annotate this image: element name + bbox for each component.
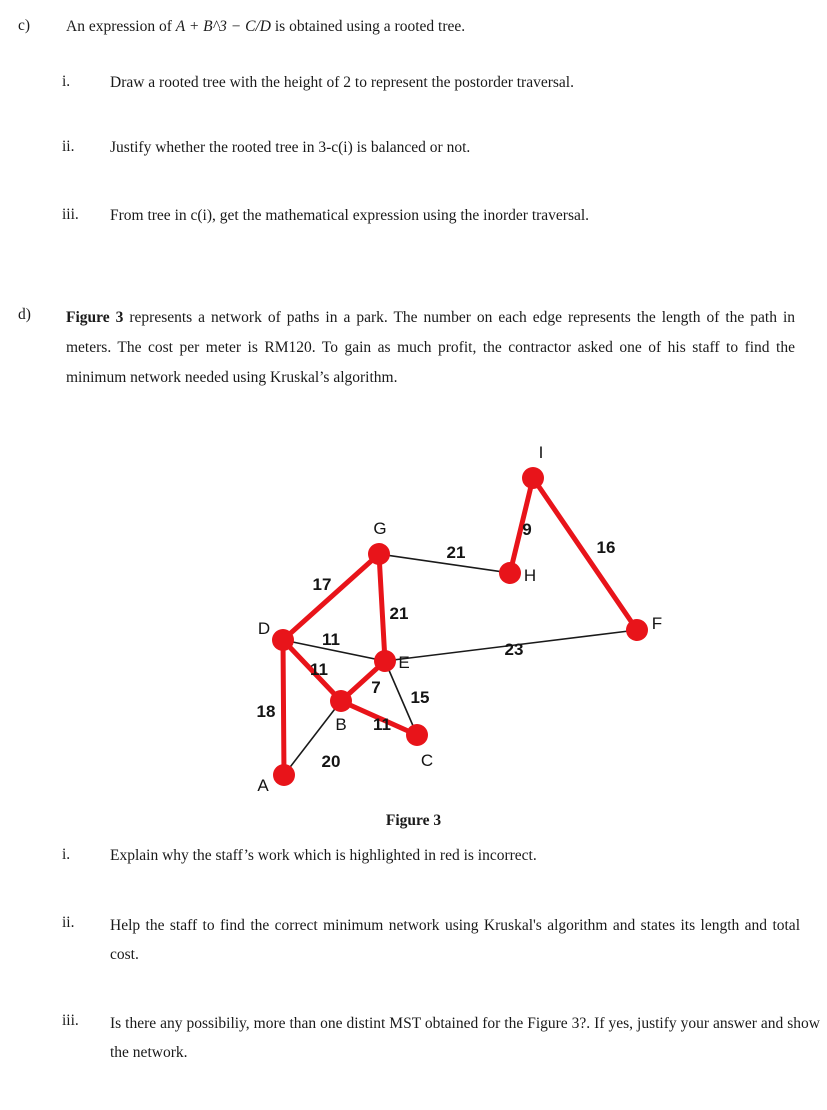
question-c-marker: c) — [18, 17, 31, 34]
question-d-item-ii: ii. Help the staff to find the correct m… — [62, 911, 822, 970]
figure-3-caption: Figure 3 — [385, 812, 442, 829]
question-c-expression: A + B^3 − C/D — [175, 18, 271, 35]
question-c-text-pre: An expression of — [66, 18, 176, 35]
question-d-item-iii-text: Is there any possibiliy, more than one d… — [110, 1015, 820, 1062]
graph-node-F — [626, 619, 648, 641]
question-d-item-i: i. Explain why the staff’s work which is… — [62, 843, 822, 868]
question-d-item-i-marker: i. — [62, 846, 71, 863]
graph-node-label-D: D — [258, 619, 270, 638]
graph-node-G — [368, 543, 390, 565]
graph-node-label-H: H — [524, 566, 536, 585]
question-d-text-body: represents a network of paths in a park.… — [66, 309, 796, 387]
question-d-text: Figure 3 represents a network of paths i… — [66, 303, 795, 394]
question-c-item-ii-text: Justify whether the rooted tree in 3-c(i… — [110, 139, 471, 156]
graph-nodes — [272, 467, 648, 786]
question-d-item-i-text: Explain why the staff’s work which is hi… — [110, 847, 537, 864]
question-d: d) Figure 3 represents a network of path… — [18, 303, 813, 394]
question-c-item-i: i. Draw a rooted tree with the height of… — [62, 70, 812, 95]
question-d-figure-ref: Figure 3 — [66, 309, 124, 326]
graph-edge-weight-IF: 16 — [597, 538, 616, 557]
question-c: c) An expression of A + B^3 − C/D is obt… — [18, 14, 808, 39]
question-c-text: An expression of A + B^3 − C/D is obtain… — [66, 14, 801, 39]
question-d-marker: d) — [18, 306, 31, 323]
question-c-item-iii-text: From tree in c(i), get the mathematical … — [110, 207, 590, 224]
question-d-item-ii-marker: ii. — [62, 914, 75, 931]
graph-edge-weight-DE: 11 — [322, 630, 340, 649]
graph-edge-weight-AB: 20 — [322, 752, 341, 771]
graph-node-label-B: B — [335, 715, 346, 734]
graph-node-A — [273, 764, 295, 786]
question-c-item-i-marker: i. — [62, 73, 71, 90]
graph-edge-weight-GH: 21 — [447, 543, 466, 562]
graph-node-E — [374, 650, 396, 672]
graph-node-label-G: G — [373, 519, 386, 538]
graph-edge-weight-EF: 23 — [505, 640, 524, 659]
graph-edge-GH — [378, 553, 511, 574]
graph-node-name-labels: A B C D E F G H I — [257, 443, 662, 795]
graph-edge-weight-DG: 17 — [313, 575, 332, 594]
question-d-item-iii-marker: iii. — [62, 1012, 79, 1029]
question-c-text-post: is obtained using a rooted tree. — [270, 18, 466, 35]
graph-node-H — [499, 562, 521, 584]
graph-node-label-A: A — [257, 776, 269, 795]
graph-node-label-E: E — [398, 653, 409, 672]
graph-edges-normal — [282, 553, 638, 776]
graph-edge-weight-HI: 9 — [522, 520, 531, 539]
question-c-item-ii: ii. Justify whether the rooted tree in 3… — [62, 135, 812, 160]
exam-page: c) An expression of A + B^3 − C/D is obt… — [0, 0, 827, 1110]
graph-node-label-I: I — [539, 443, 544, 462]
graph-edge-IF — [530, 475, 640, 633]
graph-node-B — [330, 690, 352, 712]
graph-node-label-C: C — [421, 751, 433, 770]
figure-3-graph: 18 20 11 7 11 15 11 17 21 21 23 9 16 A B C D E F G H I — [0, 430, 827, 830]
graph-node-C — [406, 724, 428, 746]
graph-edge-weight-BD: 11 — [310, 660, 328, 679]
graph-edge-weight-BC: 11 — [373, 715, 391, 734]
graph-edge-weight-BE: 7 — [371, 678, 380, 697]
graph-edge-weight-AD: 18 — [257, 702, 276, 721]
question-c-item-iii-marker: iii. — [62, 206, 79, 223]
graph-node-I — [522, 467, 544, 489]
graph-node-label-F: F — [652, 614, 662, 633]
question-c-item-ii-marker: ii. — [62, 138, 75, 155]
question-d-item-iii: iii. Is there any possibiliy, more than … — [62, 1009, 827, 1068]
graph-edge-weight-CE: 15 — [411, 688, 430, 707]
graph-edge-AD — [280, 637, 287, 778]
graph-edge-weight-GE: 21 — [390, 604, 409, 623]
graph-edge-GE — [376, 551, 388, 664]
question-c-item-iii: iii. From tree in c(i), get the mathemat… — [62, 203, 812, 228]
graph-canvas: 18 20 11 7 11 15 11 17 21 21 23 9 16 A B C D E F G H I — [257, 443, 663, 795]
graph-node-D — [272, 629, 294, 651]
question-c-item-i-text: Draw a rooted tree with the height of 2 … — [110, 74, 574, 91]
graph-edge-DG — [280, 551, 382, 643]
question-d-item-ii-text: Help the staff to find the correct minim… — [110, 917, 800, 964]
